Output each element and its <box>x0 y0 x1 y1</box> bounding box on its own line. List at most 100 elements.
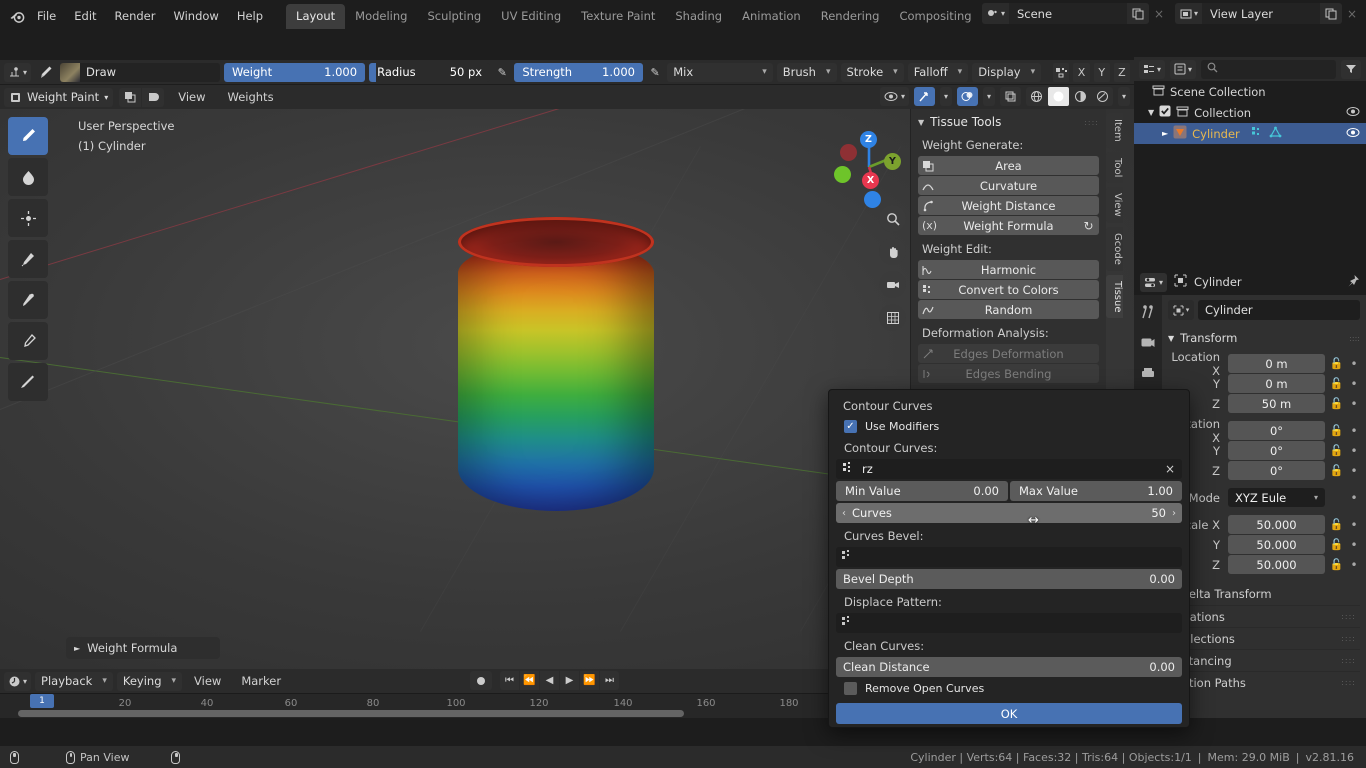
gizmo-axis-y[interactable]: Y <box>884 153 901 170</box>
object-icon[interactable]: ▾ <box>1168 300 1194 320</box>
gizmo-icon[interactable] <box>914 87 935 106</box>
collection-checkbox[interactable] <box>1159 105 1171 120</box>
tissue-panel-header[interactable]: ▼ Tissue Tools :::: <box>918 115 1099 129</box>
xray-icon[interactable] <box>1000 87 1021 106</box>
lock-icon[interactable]: 🔓 <box>1329 538 1344 551</box>
animate-property-dot[interactable]: • <box>1348 357 1360 371</box>
location-z-field[interactable]: 50 m <box>1228 394 1325 413</box>
record-icon[interactable] <box>470 671 492 690</box>
clean-distance-field[interactable]: Clean Distance 0.00 <box>836 657 1182 677</box>
animate-property-dot[interactable]: • <box>1348 397 1360 411</box>
transform-section-header[interactable]: ▼ Transform :::: <box>1168 328 1360 348</box>
gizmo-axis-x[interactable]: X <box>862 172 879 189</box>
gizmo-axis-z[interactable]: Z <box>860 131 877 148</box>
lock-icon[interactable]: 🔓 <box>1329 397 1344 410</box>
wireframe-icon[interactable] <box>1026 87 1047 106</box>
curvature-button[interactable]: Curvature <box>918 176 1099 195</box>
modifier-icon[interactable] <box>1251 126 1264 142</box>
play-reverse-icon[interactable]: ◀ <box>540 671 559 690</box>
max-value-field[interactable]: Max Value 1.00 <box>1010 481 1182 501</box>
new-view-layer-button[interactable] <box>1320 3 1342 24</box>
tab-sculpting[interactable]: Sculpting <box>417 4 491 29</box>
menu-window[interactable]: Window <box>164 6 227 26</box>
strength-pressure-icon[interactable]: ✎ <box>647 63 663 82</box>
lock-icon[interactable]: 🔓 <box>1329 558 1344 571</box>
animate-property-dot[interactable]: • <box>1348 424 1360 438</box>
menu-edit[interactable]: Edit <box>65 6 105 26</box>
falloff-dropdown[interactable]: Falloff ▾ <box>908 63 969 82</box>
tab-tool-icon[interactable] <box>1137 301 1159 323</box>
jump-end-icon[interactable]: ⏭ <box>600 671 619 690</box>
expand-triangle-icon[interactable]: ▼ <box>1148 108 1154 117</box>
strength-slider[interactable]: Strength 1.000 <box>514 63 643 82</box>
rotation-y-field[interactable]: 0° <box>1228 441 1325 460</box>
npanel-tab-gcode[interactable]: Gcode <box>1106 227 1123 271</box>
tab-uv-editing[interactable]: UV Editing <box>491 4 571 29</box>
overlays-icon[interactable] <box>957 87 978 106</box>
unlink-view-layer-button[interactable]: × <box>1342 3 1362 24</box>
pan-hand-icon[interactable] <box>879 238 906 265</box>
outliner-row-scene-collection[interactable]: Scene Collection <box>1134 81 1366 102</box>
timeline-scrollbar[interactable] <box>18 710 684 717</box>
keying-dropdown[interactable]: Keying ▾ <box>117 672 182 691</box>
operator-redo-panel[interactable]: ► Weight Formula <box>66 637 220 659</box>
timeline-icon[interactable]: ▾ <box>4 672 31 691</box>
scale-y-field[interactable]: 50.000 <box>1228 535 1325 554</box>
gizmo-dropdown[interactable]: ▾ <box>940 87 952 106</box>
viewport-menu-weights[interactable]: Weights <box>220 88 282 106</box>
npanel-tab-item[interactable]: Item <box>1106 113 1123 148</box>
animate-property-dot[interactable]: • <box>1348 464 1360 478</box>
contour-curves-dialog[interactable]: Contour Curves ✓ Use Modifiers Contour C… <box>828 389 1190 728</box>
relations-section[interactable]: Relations :::: <box>1168 605 1360 627</box>
pin-icon[interactable] <box>1347 274 1360 290</box>
rotation-mode-dropdown[interactable]: XYZ Eule ▾ <box>1228 488 1325 507</box>
scene-icon[interactable]: ▾ <box>982 3 1009 24</box>
object-name-value[interactable]: Cylinder <box>1198 300 1360 320</box>
npanel-tab-view[interactable]: View <box>1106 187 1123 223</box>
menu-help[interactable]: Help <box>228 6 272 26</box>
playback-dropdown[interactable]: Playback ▾ <box>35 672 113 691</box>
filter-icon[interactable] <box>1341 60 1361 79</box>
menu-file[interactable]: File <box>28 6 65 26</box>
tab-animation[interactable]: Animation <box>732 4 811 29</box>
jump-start-icon[interactable]: ⏮ <box>500 671 519 690</box>
remove-open-curves-checkbox[interactable]: Remove Open Curves <box>844 682 1182 695</box>
camera-icon[interactable] <box>879 271 906 298</box>
weight-distance-button[interactable]: Weight Distance <box>918 196 1099 215</box>
close-icon[interactable]: × <box>1165 462 1175 476</box>
solid-icon[interactable] <box>1048 87 1069 106</box>
lock-icon[interactable]: 🔓 <box>1329 424 1344 437</box>
symmetry-axis-y[interactable]: Y <box>1094 63 1110 82</box>
annotate-icon[interactable] <box>8 363 48 401</box>
overlays-dropdown[interactable]: ▾ <box>983 87 995 106</box>
delta-transform-section[interactable]: Delta Transform <box>1168 583 1360 605</box>
tab-texture-paint[interactable]: Texture Paint <box>571 4 665 29</box>
lock-icon[interactable]: 🔓 <box>1329 518 1344 531</box>
radius-pressure-icon[interactable]: ✎ <box>494 63 510 82</box>
tab-output-icon[interactable] <box>1137 363 1159 385</box>
expand-triangle-icon[interactable]: ► <box>1162 129 1168 138</box>
npanel-tab-tissue[interactable]: Tissue <box>1106 275 1123 319</box>
area-button[interactable]: Area <box>918 156 1099 175</box>
brush-selector[interactable]: Draw <box>60 63 220 82</box>
tool-settings-icon[interactable]: ▾ <box>4 63 31 82</box>
new-scene-button[interactable] <box>1127 3 1149 24</box>
scene-selector[interactable]: ▾ Scene × <box>982 3 1169 24</box>
draw-brush-icon[interactable] <box>8 117 48 155</box>
viewport-menu-view[interactable]: View <box>170 88 213 106</box>
outliner-row-cylinder[interactable]: ► Cylinder <box>1134 123 1366 144</box>
stepper-left-arrow-icon[interactable]: ‹ <box>842 508 846 519</box>
view-layer-selector[interactable]: ▾ View Layer × <box>1175 3 1362 24</box>
tab-layout[interactable]: Layout <box>286 4 345 29</box>
gizmo-axis-neg-y[interactable] <box>834 166 851 183</box>
play-icon[interactable]: ▶ <box>560 671 579 690</box>
instancing-section[interactable]: Instancing :::: <box>1168 649 1360 671</box>
gizmo-axis-neg-x[interactable] <box>840 144 857 161</box>
scene-name[interactable]: Scene <box>1009 3 1127 24</box>
lock-icon[interactable]: 🔓 <box>1329 444 1344 457</box>
lock-icon[interactable]: 🔓 <box>1329 464 1344 477</box>
motion-paths-section[interactable]: Motion Paths :::: <box>1168 671 1360 693</box>
bevel-depth-field[interactable]: Bevel Depth 0.00 <box>836 569 1182 589</box>
displace-object-field[interactable] <box>836 613 1182 633</box>
blender-logo-icon[interactable] <box>6 5 28 27</box>
